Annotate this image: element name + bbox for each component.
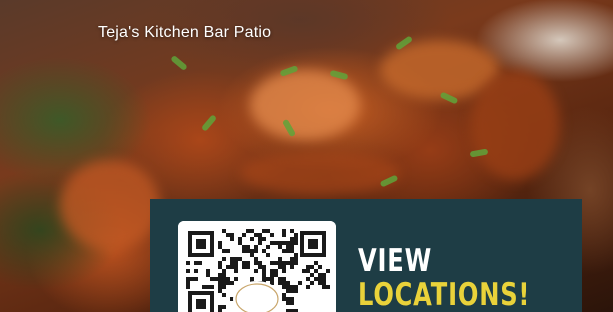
qr-code-icon[interactable] xyxy=(178,221,336,312)
promo-banner: Teja's Kitchen Bar Patio VIEW LOCATIONS! xyxy=(0,0,613,312)
photo-caption: Teja's Kitchen Bar Patio xyxy=(98,24,272,41)
view-locations-cta[interactable]: VIEW LOCATIONS! xyxy=(358,244,530,312)
cta-line-view: VIEW xyxy=(358,243,433,279)
cta-line-locations: LOCATIONS! xyxy=(358,277,531,312)
